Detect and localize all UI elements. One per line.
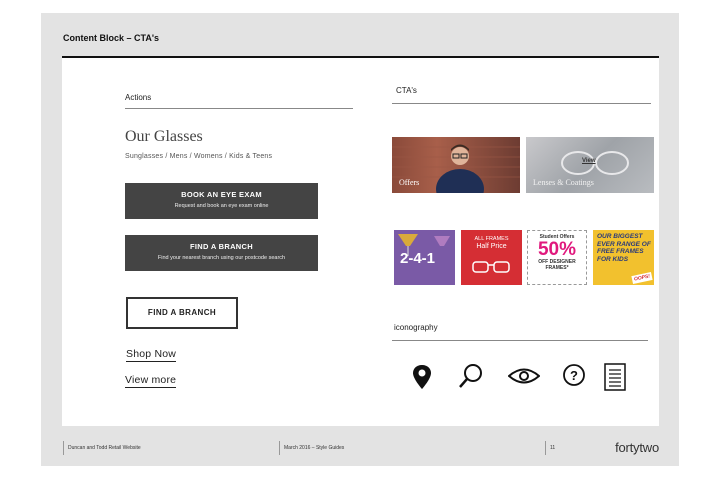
book-eye-exam-title: BOOK AN EYE EXAM — [181, 190, 262, 199]
iconography-divider — [392, 340, 648, 341]
iconography-label: iconography — [394, 323, 438, 332]
style-guide-frame: Content Block – CTA's Actions Our Glasse… — [41, 13, 679, 466]
promo-kids-tile[interactable]: OUR BIGGEST EVER RANGE OF FREE FRAMES FO… — [593, 230, 654, 285]
eye-icon — [508, 368, 540, 384]
offers-caption: Offers — [399, 178, 420, 187]
help-icon: ? — [563, 364, 585, 386]
actions-label: Actions — [125, 93, 152, 102]
promo-student-tile[interactable]: Student Offers 50% OFF DESIGNER FRAMES* — [527, 230, 587, 285]
promo-student-line3: FRAMES* — [545, 265, 569, 271]
promo-half-line1: ALL FRAMES — [474, 236, 509, 242]
footer-client: Duncan and Todd Retail Website — [63, 441, 141, 455]
content-page: Actions Our Glasses Sunglasses / Mens / … — [62, 56, 659, 426]
promo-kids-line3: FREE FRAMES — [597, 248, 644, 255]
shop-now-link[interactable]: Shop Now — [126, 348, 177, 362]
page-footer: Duncan and Todd Retail Website March 201… — [41, 433, 679, 466]
ctas-divider — [392, 103, 651, 104]
footer-page-number: 11 — [545, 441, 555, 455]
view-more-link[interactable]: View more — [125, 374, 177, 388]
find-branch-title: FIND A BRANCH — [190, 242, 253, 251]
footer-date: March 2016 – Style Guides — [279, 441, 344, 455]
find-branch-button-dark[interactable]: FIND A BRANCH Find your nearest branch u… — [125, 235, 318, 271]
location-pin-icon — [413, 365, 431, 389]
view-overlay-label[interactable]: View — [582, 158, 596, 164]
promo-241-tile[interactable]: 2-4-1 — [394, 230, 455, 285]
promo-kids-line4: FOR KIDS — [597, 255, 629, 263]
promo-half-price-tile[interactable]: ALL FRAMES Half Price — [461, 230, 522, 285]
category-breadcrumb[interactable]: Sunglasses / Mens / Womens / Kids & Teen… — [125, 153, 272, 160]
fortytwo-logo: fortytwo — [615, 440, 659, 455]
glasses-icon — [472, 261, 510, 273]
find-branch-subtitle: Find your nearest branch using our postc… — [157, 255, 286, 261]
document-icon — [604, 363, 626, 391]
lenses-caption: Lenses & Coatings — [533, 178, 594, 187]
actions-divider — [125, 108, 353, 109]
promo-student-big: 50% — [537, 239, 577, 260]
lenses-coatings-tile[interactable]: View Lenses & Coatings — [526, 137, 654, 193]
our-glasses-heading: Our Glasses — [125, 128, 203, 145]
book-eye-exam-subtitle: Request and book an eye exam online — [174, 203, 269, 209]
promo-kids-line1: OUR BIGGEST — [597, 233, 643, 240]
offers-tile[interactable]: Offers — [392, 137, 520, 193]
promo-241-text: 2-4-1 — [400, 250, 436, 267]
svg-text:?: ? — [570, 368, 578, 383]
page-title: Content Block – CTA's — [63, 33, 159, 43]
find-branch-button-outline[interactable]: FIND A BRANCH — [126, 297, 238, 329]
book-eye-exam-button[interactable]: BOOK AN EYE EXAM Request and book an eye… — [125, 183, 318, 219]
ctas-label: CTA's — [396, 86, 417, 95]
promo-half-line2: Half Price — [476, 243, 507, 250]
promo-kids-badge: OOPS! — [631, 271, 653, 285]
promo-kids-line2: EVER RANGE OF — [597, 240, 651, 248]
search-icon — [459, 364, 482, 388]
